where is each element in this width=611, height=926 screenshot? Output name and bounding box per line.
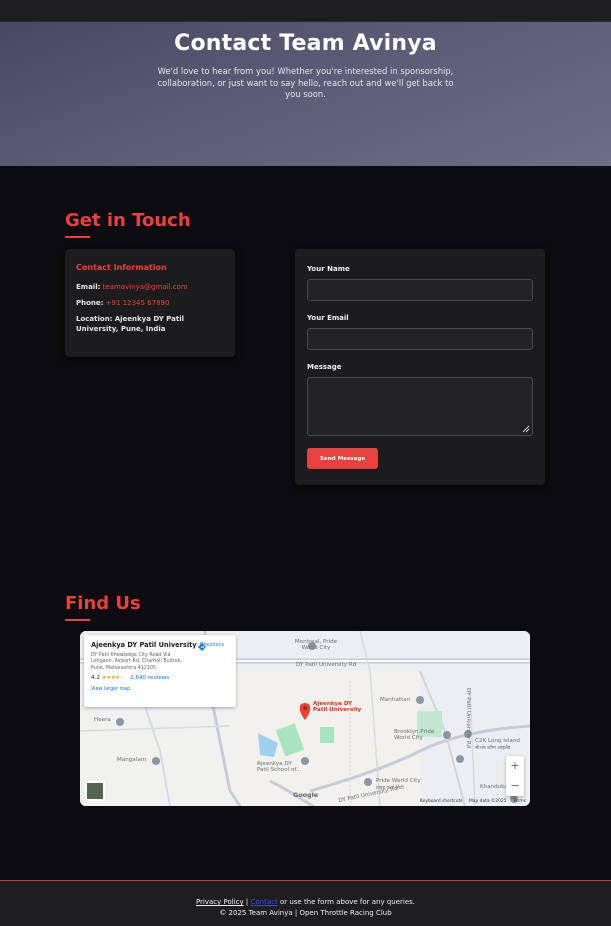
- keyboard-shortcuts-link[interactable]: Keyboard shortcuts: [420, 799, 463, 804]
- footer-note: or use the form above for any queries.: [279, 898, 416, 906]
- zoom-in-button[interactable]: +: [506, 756, 524, 776]
- message-label: Message: [307, 363, 342, 371]
- rating-value: 4.2: [91, 675, 100, 682]
- map-label-heera: Heera: [94, 717, 111, 723]
- reviews-link[interactable]: 2,640 reviews: [130, 675, 169, 681]
- location-line: Location: Ajeenkya DY Patil University, …: [76, 314, 224, 334]
- directions-button[interactable]: Directions: [197, 642, 227, 651]
- privacy-policy-link[interactable]: Privacy Policy: [196, 898, 244, 906]
- satellite-toggle-thumbnail[interactable]: [85, 781, 105, 801]
- heading-underline: [65, 619, 90, 621]
- map-label-montreal: Montreal, Pride World City: [294, 639, 338, 652]
- email-link[interactable]: teamavinya@gmail.com: [103, 283, 188, 291]
- browser-top-bar: [0, 0, 611, 22]
- embedded-map[interactable]: Ajeenkya DY Patil University DY Patil Kn…: [80, 631, 530, 806]
- place-address: DY Patil Knowledge City Road Via Lohgaon…: [91, 653, 183, 671]
- zoom-out-button[interactable]: −: [506, 776, 524, 796]
- map-label-mangalam: Mangalam: [117, 757, 147, 763]
- directions-icon: [198, 643, 206, 651]
- map-data-credit: Map data ©2025: [469, 799, 507, 804]
- view-larger-map-link[interactable]: View larger map: [91, 687, 229, 692]
- resize-handle-icon[interactable]: [522, 425, 530, 433]
- message-textarea[interactable]: [307, 377, 533, 436]
- email-label: Email:: [76, 283, 101, 291]
- copyright: © 2025 Team Avinya | Open Throttle Racin…: [219, 909, 392, 917]
- map-label-manhattan: Manhattan: [380, 697, 411, 703]
- phone-label: Phone:: [76, 299, 104, 307]
- map-label-brooklyn: Brooklyn Pride World City: [394, 729, 435, 742]
- contact-link[interactable]: Contact: [250, 898, 277, 906]
- zoom-controls: + −: [506, 756, 524, 796]
- map-label-khandoba: Khandoba: [480, 784, 509, 790]
- contact-info-heading: Contact Information: [76, 263, 167, 272]
- map-label-pride: Pride World City: [376, 778, 421, 784]
- page-title: Contact Team Avinya: [174, 31, 437, 56]
- phone-link[interactable]: +91 12345 67890: [106, 299, 170, 307]
- rating-stars-icon: ★★★★☆: [101, 675, 125, 682]
- email-input[interactable]: [307, 328, 533, 350]
- map-label-road: DY Patil University Rd: [296, 662, 357, 668]
- find-us-heading: Find Us: [65, 593, 141, 614]
- footer: Privacy Policy | Contact or use the form…: [0, 880, 611, 926]
- name-input[interactable]: [307, 279, 533, 301]
- terms-link[interactable]: Terms: [513, 799, 526, 804]
- place-rating: 4.2 ★★★★☆ 2,640 reviews: [91, 675, 229, 681]
- map-label-road-vertical: DY Patil University Rd: [465, 688, 471, 749]
- send-message-button[interactable]: Send Message: [307, 448, 378, 469]
- phone-line: Phone: +91 12345 67890: [76, 298, 224, 308]
- hero-subtitle: We'd love to hear from you! Whether you'…: [157, 66, 454, 100]
- name-label: Your Name: [307, 265, 350, 273]
- contact-form: Your Name Your Email Message Send Messag…: [295, 249, 545, 485]
- footer-links-line: Privacy Policy | Contact or use the form…: [0, 898, 611, 906]
- place-info-card: Ajeenkya DY Patil University DY Patil Kn…: [84, 635, 236, 707]
- hero-banner: Contact Team Avinya We'd love to hear fr…: [0, 22, 611, 166]
- email-line: Email: teamavinya@gmail.com: [76, 282, 224, 292]
- map-label-c2k: C2K Long Island: [475, 738, 520, 744]
- google-logo: Google: [293, 791, 319, 799]
- footer-separator: |: [245, 898, 249, 906]
- map-label-school: Ajeenkya DY Patil School of...: [257, 761, 302, 774]
- heading-underline: [65, 236, 90, 238]
- email-field-label: Your Email: [307, 314, 349, 322]
- location-label: Location:: [76, 315, 113, 323]
- map-label-c2k-sub: सी२के लॉन्ग आइलैंड: [475, 746, 511, 751]
- contact-info-card: Contact Information Email: teamavinya@gm…: [65, 249, 235, 357]
- get-in-touch-heading: Get in Touch: [65, 210, 191, 231]
- map-pin-label: Ajeenkya DY Patil University: [313, 701, 362, 714]
